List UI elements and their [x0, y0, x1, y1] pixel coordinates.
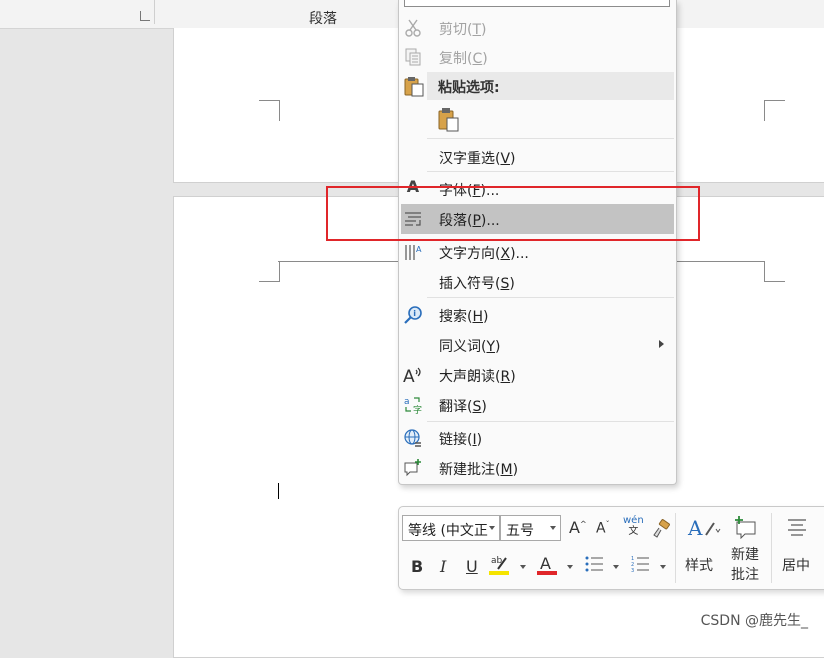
- watermark-text: CSDN @鹿先生_: [700, 613, 808, 629]
- numbering-icon[interactable]: 1 2 3: [631, 555, 651, 573]
- margin-corner-mark: [259, 100, 280, 121]
- menu-item-translate[interactable]: a 字 翻译(S): [399, 390, 676, 420]
- menu-label: 新建批注(M): [439, 462, 519, 478]
- text-cursor: [278, 483, 279, 499]
- highlight-color-icon[interactable]: ab: [489, 553, 511, 577]
- menu-item-link[interactable]: 链接(I): [399, 423, 676, 453]
- svg-text:3: 3: [631, 568, 634, 573]
- link-globe-icon: [404, 429, 421, 447]
- svg-text:A: A: [687, 516, 703, 540]
- menu-top-edge: [404, 0, 670, 7]
- read-aloud-icon: A: [403, 367, 421, 385]
- svg-text:字: 字: [413, 404, 422, 415]
- margin-corner-mark: [764, 100, 785, 121]
- paste-options-icon: [404, 77, 424, 97]
- shrink-font-icon[interactable]: Aˇ: [596, 520, 610, 537]
- menu-separator: [427, 421, 674, 422]
- paste-options-header: 粘贴选项:: [427, 72, 674, 100]
- menu-label: 剪切(T): [439, 22, 487, 38]
- phonetic-guide-icon[interactable]: wén 文: [623, 515, 644, 537]
- context-menu: 剪切(T) 复制(C) 粘贴选项: 汉字重选(V) A 字体(F)... 段落(…: [398, 0, 677, 485]
- new-comment-label-line1[interactable]: 新建: [731, 544, 759, 564]
- menu-label: 复制(C): [439, 51, 488, 67]
- menu-item-text-direction[interactable]: A 文字方向(X)...: [399, 237, 676, 267]
- bold-button[interactable]: B: [411, 557, 423, 576]
- font-color-icon[interactable]: A: [537, 553, 559, 577]
- new-comment-label-line2[interactable]: 批注: [731, 564, 759, 584]
- menu-label: 汉字重选(V): [439, 151, 516, 167]
- scissors-icon: [405, 19, 421, 37]
- highlight-annotation-box: [326, 186, 700, 241]
- chevron-down-icon[interactable]: [567, 565, 573, 569]
- menu-item-insert-symbol[interactable]: 插入符号(S): [399, 267, 676, 297]
- menu-item-read-aloud[interactable]: A 大声朗读(R): [399, 360, 676, 390]
- dialog-launcher-icon[interactable]: [140, 11, 150, 21]
- menu-label: 同义词(Y): [439, 339, 501, 355]
- styles-icon[interactable]: A: [686, 515, 722, 541]
- center-align-icon[interactable]: [786, 517, 808, 539]
- chevron-down-icon[interactable]: [520, 565, 526, 569]
- menu-label: 搜索(H): [439, 309, 489, 325]
- svg-text:i: i: [413, 309, 416, 318]
- chevron-down-icon: [550, 526, 556, 530]
- menu-label: 链接(I): [439, 432, 483, 448]
- ribbon-separator: [154, 0, 155, 24]
- chevron-down-icon: [489, 526, 495, 530]
- menu-label: 翻译(S): [439, 399, 487, 415]
- svg-text:A: A: [403, 367, 415, 385]
- bullets-icon[interactable]: [585, 555, 605, 573]
- new-comment-icon: [404, 459, 421, 477]
- menu-item-new-comment[interactable]: 新建批注(M): [399, 453, 676, 483]
- menu-separator: [427, 171, 674, 172]
- underline-button[interactable]: U: [466, 557, 478, 576]
- center-button-label[interactable]: 居中: [782, 555, 810, 575]
- font-size-value: 五号: [506, 523, 534, 539]
- italic-button[interactable]: I: [440, 557, 446, 576]
- margin-corner-mark: [259, 261, 280, 282]
- chevron-down-icon[interactable]: [660, 565, 666, 569]
- menu-separator: [427, 138, 674, 139]
- menu-separator: [427, 297, 674, 298]
- menu-label: 插入符号(S): [439, 276, 515, 292]
- translate-icon: a 字: [404, 397, 422, 415]
- paragraph-group-label: 段落: [309, 11, 337, 27]
- menu-label: 文字方向(X)...: [439, 246, 529, 262]
- mini-toolbar: 等线 (中文正 五号 A^ Aˇ wén 文 B I U ab A 1 2 3 A: [398, 506, 824, 590]
- menu-item-hanzi-reselect[interactable]: 汉字重选(V): [399, 142, 676, 172]
- text-direction-icon: A: [405, 245, 422, 260]
- paste-options-label: 粘贴选项:: [438, 80, 500, 96]
- format-painter-icon[interactable]: [651, 519, 671, 539]
- chevron-down-icon[interactable]: [613, 565, 619, 569]
- copy-icon: [405, 48, 421, 66]
- font-name-value: 等线 (中文正: [408, 523, 488, 539]
- margin-corner-mark: [764, 261, 785, 282]
- new-comment-icon[interactable]: [733, 515, 759, 539]
- search-icon: i: [404, 306, 422, 324]
- submenu-arrow-icon: [659, 340, 664, 348]
- svg-text:a: a: [404, 397, 410, 407]
- font-size-combo[interactable]: 五号: [500, 515, 561, 541]
- menu-item-synonyms[interactable]: 同义词(Y): [399, 330, 676, 360]
- toolbar-separator: [771, 513, 772, 583]
- menu-item-search[interactable]: i 搜索(H): [399, 300, 676, 330]
- svg-text:A: A: [540, 554, 551, 573]
- keep-text-only-paste-icon[interactable]: [437, 107, 461, 133]
- menu-item-cut[interactable]: 剪切(T): [399, 13, 676, 43]
- font-name-combo[interactable]: 等线 (中文正: [402, 515, 500, 541]
- menu-item-copy[interactable]: 复制(C): [399, 42, 676, 72]
- menu-label: 大声朗读(R): [439, 369, 516, 385]
- toolbar-separator: [675, 513, 676, 583]
- svg-text:A: A: [416, 245, 422, 254]
- grow-font-icon[interactable]: A^: [569, 518, 587, 537]
- styles-button-label[interactable]: 样式: [685, 555, 713, 575]
